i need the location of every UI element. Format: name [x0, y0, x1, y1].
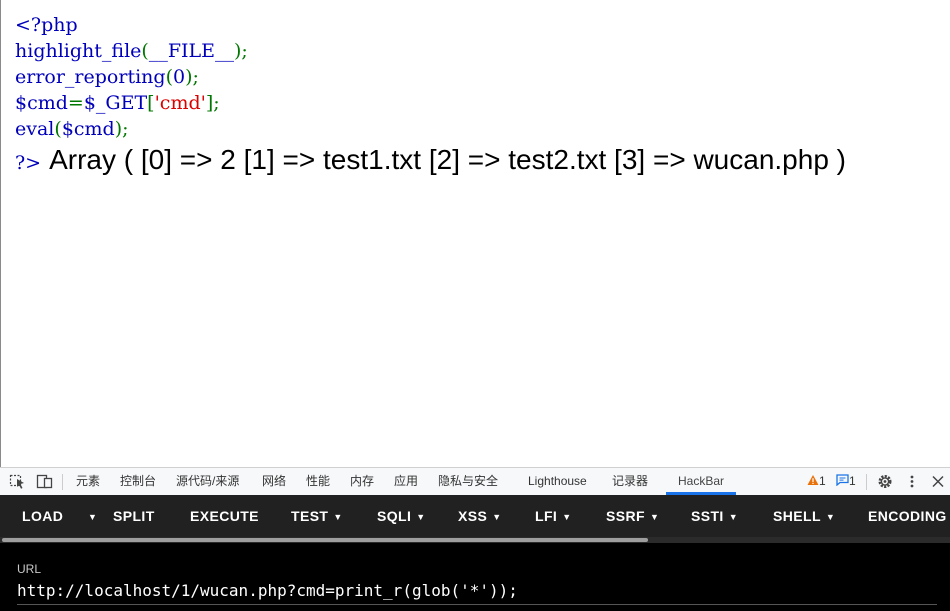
code-line-4: $cmd=$_GET['cmd'];	[15, 90, 248, 116]
tab-hackbar[interactable]: HackBar	[678, 468, 724, 495]
sqli-menu-button[interactable]: SQLI ▼	[377, 495, 426, 537]
devtools-tab-bar: 元素 控制台 源代码/来源 网络 性能 内存 应用 隐私与安全 Lighthou…	[0, 467, 950, 495]
code-line-3: error_reporting(0);	[15, 64, 248, 90]
warning-count: 1	[819, 474, 826, 488]
code-var: $cmd	[15, 92, 68, 114]
inspect-element-icon[interactable]	[9, 468, 25, 495]
code-var: $cmd	[61, 118, 115, 140]
tab-privacy-security[interactable]: 隐私与安全	[438, 468, 498, 495]
code-paren: );	[114, 118, 129, 140]
chevron-down-icon: ▼	[88, 512, 98, 522]
code-line-2: highlight_file(__FILE__);	[15, 38, 248, 64]
test-label: TEST	[291, 508, 329, 524]
chevron-down-icon: ▼	[728, 512, 739, 522]
code-func: eval	[15, 118, 55, 140]
chevron-down-icon: ▼	[649, 512, 660, 522]
split-button[interactable]: SPLIT	[113, 495, 155, 537]
tab-network[interactable]: 网络	[262, 468, 286, 495]
php-open-tag: <?php	[15, 14, 78, 36]
message-icon	[836, 474, 849, 486]
php-source: <?php highlight_file(__FILE__); error_re…	[15, 12, 248, 142]
code-var: $_GET	[83, 92, 148, 114]
code-bracket: ];	[205, 92, 220, 114]
chevron-down-icon: ▼	[562, 512, 572, 522]
chevron-down-icon: ▼	[333, 512, 343, 522]
code-bracket: [	[147, 92, 155, 114]
code-arg: 0	[172, 66, 186, 88]
tab-performance[interactable]: 性能	[306, 468, 330, 495]
code-paren: );	[185, 66, 199, 88]
sqli-label: SQLI	[377, 508, 412, 524]
load-menu-toggle[interactable]: ▼	[83, 495, 97, 537]
encoding-menu-button[interactable]: ENCODING	[868, 495, 947, 537]
more-options-icon[interactable]	[905, 468, 919, 495]
toolbar-scrollbar-thumb[interactable]	[2, 538, 648, 542]
code-op: =	[67, 92, 84, 114]
warning-icon	[807, 475, 819, 485]
code-func: error_reporting	[15, 66, 166, 88]
output-text: Array ( [0] => 2 [1] => test1.txt [2] =>…	[49, 144, 846, 175]
message-counter[interactable]: 1	[836, 468, 856, 495]
url-label: URL	[17, 562, 42, 576]
ssrf-menu-button[interactable]: SSRF ▼	[606, 495, 659, 537]
message-count: 1	[849, 474, 856, 488]
code-line-5: eval($cmd);	[15, 116, 248, 142]
ssti-label: SSTI	[691, 508, 724, 524]
tab-lighthouse[interactable]: Lighthouse	[528, 468, 587, 495]
tab-console[interactable]: 控制台	[120, 468, 156, 495]
code-paren: );	[234, 40, 248, 62]
hackbar-url-panel	[0, 543, 950, 611]
tab-application[interactable]: 应用	[394, 468, 418, 495]
code-paren: (	[54, 118, 62, 140]
hackbar-toolbar: LOAD ▼ SPLIT EXECUTE TEST ▼ SQLI ▼ XSS ▼ LF…	[0, 495, 950, 537]
url-input[interactable]: http://localhost/1/wucan.php?cmd=print_r…	[17, 581, 518, 600]
execute-button[interactable]: EXECUTE	[190, 495, 259, 537]
chevron-down-icon: ▼	[492, 512, 502, 522]
close-devtools-icon[interactable]	[931, 468, 945, 495]
code-paren: (	[141, 40, 149, 62]
device-toolbar-icon[interactable]	[36, 468, 54, 495]
chevron-down-icon: ▼	[416, 512, 426, 522]
shell-menu-button[interactable]: SHELL ▼	[773, 495, 835, 537]
settings-gear-icon[interactable]	[876, 468, 894, 495]
tab-memory[interactable]: 内存	[350, 468, 374, 495]
code-string: 'cmd'	[154, 92, 206, 114]
warning-counter[interactable]: 1	[807, 468, 826, 495]
toolbar-divider	[866, 474, 867, 490]
load-button[interactable]: LOAD	[22, 495, 63, 537]
execution-output: ?> Array ( [0] => 2 [1] => test1.txt [2] …	[15, 144, 846, 180]
toolbar-divider	[62, 474, 63, 490]
ssrf-label: SSRF	[606, 508, 645, 524]
url-input-underline	[17, 604, 937, 605]
tab-sources[interactable]: 源代码/来源	[176, 468, 239, 495]
ssti-menu-button[interactable]: SSTI ▼	[691, 495, 738, 537]
xss-menu-button[interactable]: XSS ▼	[458, 495, 502, 537]
test-menu-button[interactable]: TEST ▼	[291, 495, 343, 537]
code-func: highlight_file	[15, 40, 142, 62]
page-left-border	[0, 0, 1, 470]
lfi-label: LFI	[535, 508, 558, 524]
shell-label: SHELL	[773, 508, 821, 524]
code-line-1: <?php	[15, 12, 248, 38]
xss-label: XSS	[458, 508, 488, 524]
php-close-tag: ?>	[15, 152, 42, 174]
code-paren: (	[165, 66, 173, 88]
chevron-down-icon: ▼	[825, 512, 836, 522]
code-const: __FILE__	[148, 40, 235, 62]
lfi-menu-button[interactable]: LFI ▼	[535, 495, 572, 537]
tab-recorder[interactable]: 记录器	[612, 468, 648, 495]
tab-elements[interactable]: 元素	[76, 468, 100, 495]
